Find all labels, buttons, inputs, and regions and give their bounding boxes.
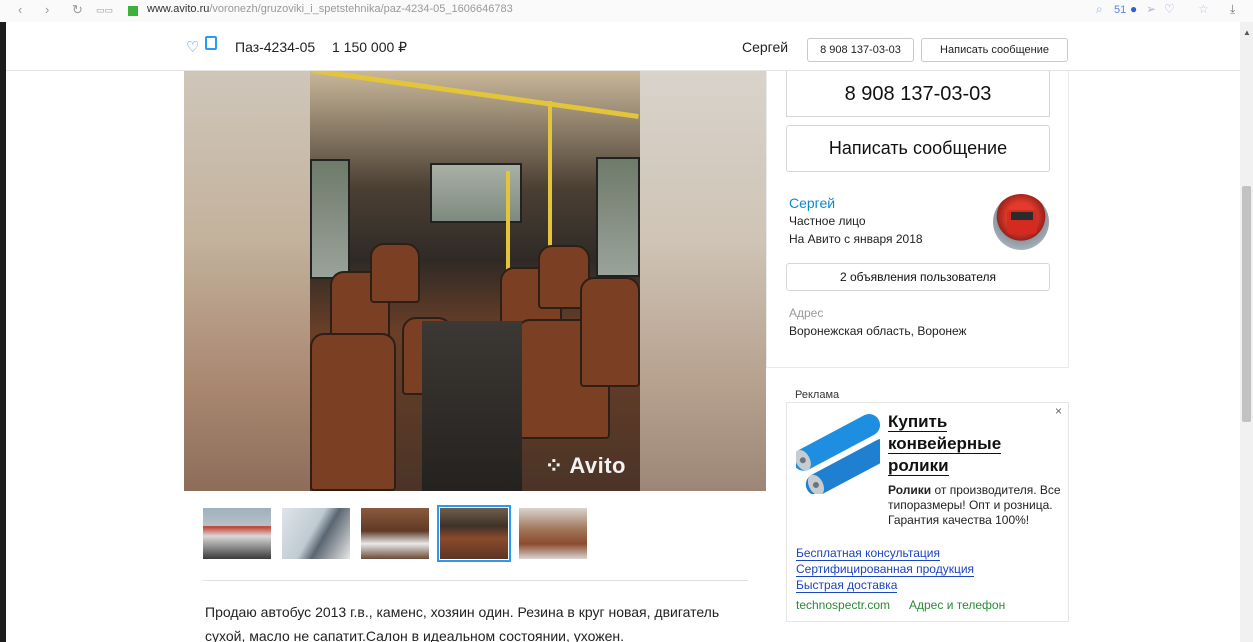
photo-gallery[interactable]: ⁘ Avito xyxy=(184,71,766,491)
bus-window xyxy=(596,157,640,277)
truck-windshield xyxy=(1011,212,1033,220)
user-ads-button[interactable]: 2 объявления пользователя xyxy=(786,263,1050,291)
ad-headline[interactable]: Купить конвейерные ролики xyxy=(888,411,1038,477)
bus-seat xyxy=(370,243,420,303)
ad-text: Ролики от производителя. Все типоразмеры… xyxy=(888,483,1061,527)
ad-link-certified[interactable]: Сертифицированная продукция xyxy=(796,563,975,577)
thumbnail[interactable] xyxy=(361,508,429,559)
secure-icon xyxy=(128,6,138,16)
ad-site-link[interactable]: technospectr.com xyxy=(796,598,890,612)
back-icon[interactable]: ‹ xyxy=(18,2,22,17)
description-line: Продаю автобус 2013 г.в., каменс, хозяин… xyxy=(205,604,720,620)
avito-logo: ⁘ Avito xyxy=(544,453,626,478)
scroll-up-icon[interactable]: ▲ xyxy=(1243,28,1251,37)
browser-toolbar: ‹ › ↻ ▭▭ www.avito.ru/voronezh/gruzoviki… xyxy=(0,0,1253,22)
main-photo[interactable]: ⁘ Avito xyxy=(310,71,640,491)
description-line: сухой, масло не сапатит.Салон в идеально… xyxy=(205,628,625,642)
ad-contacts-link[interactable]: Адрес и телефон xyxy=(909,598,1005,612)
close-icon[interactable]: × xyxy=(1055,404,1062,418)
listing-description: Продаю автобус 2013 г.в., каменс, хозяин… xyxy=(205,600,765,642)
heart-icon[interactable]: ♡ xyxy=(186,38,199,56)
window-edge xyxy=(0,0,6,642)
bus-aisle xyxy=(422,321,522,491)
scrollbar-thumb[interactable] xyxy=(1242,186,1251,422)
handrail xyxy=(311,71,639,119)
page-scrollbar[interactable]: ▲ xyxy=(1240,22,1253,642)
search-icon[interactable]: ⌕ xyxy=(1096,2,1103,17)
extension-icon[interactable]: ● xyxy=(1130,2,1137,16)
thumbnail[interactable] xyxy=(203,508,271,559)
thumbnail[interactable] xyxy=(519,508,587,559)
listing-price: 1 150 000 ₽ xyxy=(332,39,408,55)
tabs-icon[interactable]: ▭▭ xyxy=(96,5,113,16)
seller-name[interactable]: Сергей xyxy=(742,39,788,55)
address-label: Адрес xyxy=(789,306,824,320)
ad-link-consultation[interactable]: Бесплатная консультация xyxy=(796,547,940,561)
sticky-header: ♡ Паз-4234-05 1 150 000 ₽ Сергей 8 908 1… xyxy=(6,22,1240,71)
rollers-image xyxy=(796,414,880,494)
send-icon[interactable]: ➢ xyxy=(1146,2,1156,16)
gallery-blur-right xyxy=(640,71,766,491)
bus-window xyxy=(310,159,350,279)
bus-seat xyxy=(580,277,640,387)
thumbnail[interactable] xyxy=(282,508,350,559)
thumbnail-selected[interactable] xyxy=(437,505,511,562)
show-phone-button[interactable]: 8 908 137-03-03 xyxy=(807,38,914,62)
forward-icon[interactable]: › xyxy=(45,2,49,17)
extension-counter[interactable]: 51 xyxy=(1114,4,1126,16)
reload-icon[interactable]: ↻ xyxy=(72,2,83,18)
address-value: Воронежская область, Воронеж xyxy=(789,324,967,338)
download-icon[interactable]: ⤓ xyxy=(1230,2,1235,17)
ad-link-delivery[interactable]: Быстрая доставка xyxy=(796,579,898,593)
note-icon[interactable] xyxy=(205,36,217,50)
seller-since: На Авито с января 2018 xyxy=(789,232,923,246)
write-message-button[interactable]: Написать сообщение xyxy=(921,38,1068,62)
bookmark-icon[interactable]: ♡ xyxy=(1164,2,1175,16)
write-message-button-large[interactable]: Написать сообщение xyxy=(786,125,1050,172)
star-icon[interactable]: ☆ xyxy=(1198,2,1209,16)
url-path: /voronezh/gruzoviki_i_spetstehnika/paz-4… xyxy=(209,3,513,15)
phone-number-button[interactable]: 8 908 137-03-03 xyxy=(786,71,1050,117)
address-bar[interactable]: www.avito.ru/voronezh/gruzoviki_i_spetst… xyxy=(147,3,513,15)
url-host: www.avito.ru xyxy=(147,3,210,15)
ad-label: Реклама xyxy=(795,389,840,401)
gallery-blur-left xyxy=(184,71,310,491)
listing-title: Паз-4234-05 xyxy=(235,39,316,55)
avatar[interactable] xyxy=(993,194,1049,250)
section-divider xyxy=(203,580,748,581)
handrail xyxy=(506,171,510,281)
seller-profile-link[interactable]: Сергей xyxy=(789,195,835,211)
seller-type: Частное лицо xyxy=(789,214,866,228)
bus-seat xyxy=(310,333,396,491)
ad-block[interactable]: × Купить конвейерные ролики Ролики от пр… xyxy=(786,402,1069,622)
